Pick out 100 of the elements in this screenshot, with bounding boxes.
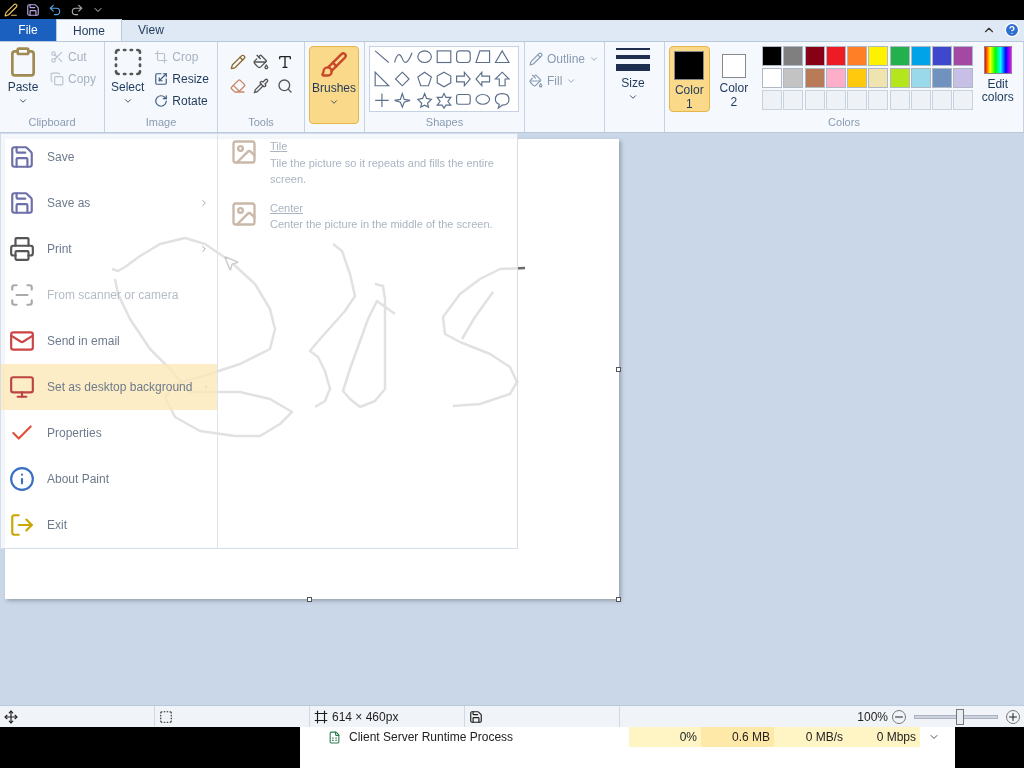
palette-swatch[interactable] (762, 68, 783, 88)
move-icon (4, 709, 18, 724)
file-menu-item[interactable]: Set as desktop background (1, 364, 217, 410)
save-icon[interactable] (26, 3, 40, 17)
brush-icon (320, 51, 348, 79)
palette-swatch[interactable] (889, 68, 910, 88)
color-slot-button[interactable]: Color 1 (669, 46, 710, 112)
exit-icon (9, 512, 35, 538)
line-widths-icon (616, 46, 650, 74)
canvas-dimensions: 614 × 460px (332, 708, 399, 726)
selection-size-icon (159, 709, 173, 724)
group-label: Tools (247, 114, 275, 130)
palette-swatch[interactable] (825, 46, 846, 66)
resize-handle[interactable] (616, 597, 621, 602)
file-menu-item[interactable]: About Paint (1, 456, 217, 502)
caret-icon (628, 92, 638, 102)
palette-swatch[interactable] (868, 68, 889, 88)
disk-cell: 0 MB/s (774, 727, 847, 747)
paint-app-icon (4, 3, 18, 17)
info-icon (9, 466, 35, 492)
redo-icon[interactable] (70, 3, 84, 17)
palette-swatch[interactable] (910, 68, 931, 88)
picture-icon (230, 199, 258, 228)
picture-icon (230, 138, 258, 166)
size-button[interactable]: Size (609, 46, 657, 102)
rotate-icon (154, 94, 169, 108)
group-label: Clipboard (27, 114, 77, 130)
palette-swatch[interactable] (804, 46, 825, 66)
group-label: Shapes (424, 114, 465, 130)
brushes-button[interactable]: Brushes (309, 46, 359, 124)
color-slot-button[interactable]: Color 2 (713, 46, 755, 112)
eraser-icon[interactable] (230, 78, 246, 94)
resize-handle[interactable] (616, 367, 621, 372)
fill-bucket-icon[interactable] (253, 54, 270, 70)
resize-button[interactable]: Resize (150, 68, 213, 90)
memory-cell: 0.6 MB (701, 727, 774, 747)
file-menu-item[interactable]: Exit (1, 502, 217, 548)
file-menu-item[interactable]: Send in email (1, 318, 217, 364)
fill-button[interactable]: Fill (529, 72, 600, 90)
palette-swatch[interactable] (910, 46, 931, 66)
cut-icon (50, 50, 64, 64)
caret-icon (589, 54, 600, 64)
cpu-cell: 0% (629, 727, 701, 747)
pencil-icon (529, 52, 543, 66)
file-menu-item[interactable]: Properties (1, 410, 217, 456)
palette-swatch[interactable] (783, 46, 804, 66)
process-name: Client Server Runtime Process (349, 729, 515, 746)
palette-swatch[interactable] (932, 46, 953, 66)
shapes-gallery-drawing[interactable] (369, 46, 519, 112)
help-icon[interactable] (1004, 22, 1020, 38)
printer-icon (9, 236, 35, 262)
zoom-percent: 100% (857, 708, 888, 726)
group-label: Colors (827, 114, 861, 130)
magnifier-icon[interactable] (276, 78, 293, 94)
palette-swatch[interactable] (868, 46, 889, 66)
text-icon[interactable] (276, 54, 293, 70)
file-tab[interactable]: File (0, 19, 56, 41)
palette-swatch[interactable] (953, 46, 974, 66)
spectrum-icon (983, 46, 1012, 74)
file-menu-item[interactable]: Save (1, 134, 217, 180)
palette-swatch[interactable] (953, 68, 974, 88)
resize-handle[interactable] (307, 597, 312, 602)
ribbon-tab[interactable]: Home (56, 19, 122, 41)
file-size-icon (469, 709, 483, 724)
network-cell: 0 Mbps (847, 727, 920, 747)
caret-icon (566, 76, 577, 86)
group-label: Image (144, 114, 178, 130)
option-description: Center the picture in the middle of the screen. (270, 217, 493, 232)
palette-swatch[interactable] (847, 46, 868, 66)
outline-button[interactable]: Outline (529, 50, 600, 68)
zoom-slider-thumb[interactable] (956, 708, 965, 725)
scanner-icon (9, 282, 35, 308)
palette-swatch[interactable] (889, 46, 910, 66)
edit-colors-button[interactable]: Edit colors (976, 46, 1019, 104)
caret-icon (18, 96, 28, 106)
file-menu-item[interactable]: Save as (1, 180, 217, 226)
crop-icon (154, 50, 169, 64)
palette-swatch[interactable] (804, 68, 825, 88)
palette-swatch[interactable] (762, 46, 783, 66)
process-icon (328, 730, 341, 744)
palette-swatch[interactable] (825, 68, 846, 88)
option-description: Tile the picture so it repeats and fills the entire screen. (270, 155, 495, 187)
palette-swatch[interactable] (932, 68, 953, 88)
pencil-icon[interactable] (230, 54, 246, 70)
palette-swatch[interactable] (783, 68, 804, 88)
rotate-button[interactable]: Rotate (150, 90, 213, 112)
caret-icon (329, 97, 339, 107)
undo-icon[interactable] (48, 3, 62, 17)
canvas-size-icon (314, 709, 328, 724)
color-picker-icon[interactable] (253, 78, 270, 94)
ribbon-tab[interactable]: View (122, 19, 180, 41)
option-title: Tile (270, 139, 289, 154)
select-button[interactable]: Select (109, 46, 147, 106)
palette-swatch[interactable] (847, 68, 868, 88)
paste-button[interactable]: Paste (4, 46, 42, 106)
caret-icon (122, 96, 133, 106)
envelope-icon (9, 328, 35, 354)
monitor-icon (9, 374, 35, 400)
file-menu-item[interactable]: Print (1, 226, 217, 272)
option-title: Center (270, 200, 305, 216)
